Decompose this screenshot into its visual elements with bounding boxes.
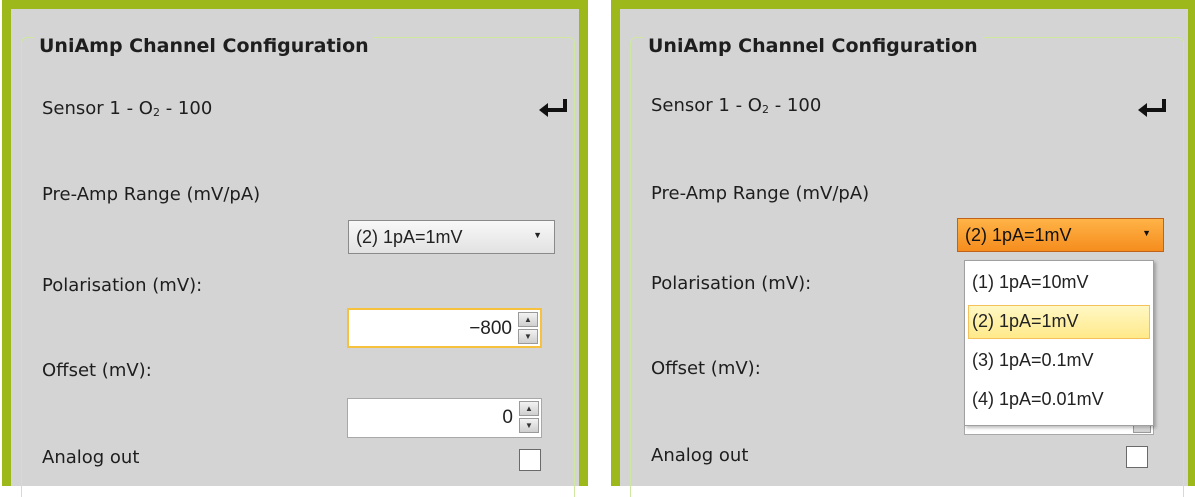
group-title: UniAmp Channel Configuration — [643, 34, 983, 58]
offset-label: Offset (mV): — [651, 358, 761, 379]
preamp-range-combo[interactable]: (2) 1pA=1mV ▼ — [348, 220, 555, 254]
enter-return-icon[interactable] — [1137, 96, 1167, 120]
sensor-label: Sensor 1 - O2 - 100 — [42, 98, 213, 119]
spin-up-icon[interactable]: ▲ — [518, 312, 538, 327]
analog-out-label: Analog out — [651, 445, 749, 466]
dropdown-option-selected[interactable]: (2) 1pA=1mV — [968, 305, 1150, 339]
offset-label: Offset (mV): — [42, 360, 152, 381]
preamp-range-value: (2) 1pA=1mV — [356, 227, 463, 247]
spin-down-icon[interactable]: ▼ — [518, 329, 538, 344]
analog-out-label: Analog out — [42, 447, 140, 468]
dropdown-option[interactable]: (4) 1pA=0.01mV — [968, 383, 1150, 417]
dropdown-option[interactable]: (1) 1pA=10mV — [968, 266, 1150, 300]
polarisation-value: −800 — [469, 318, 512, 339]
preamp-range-label: Pre-Amp Range (mV/pA) — [42, 184, 261, 205]
preamp-range-value: (2) 1pA=1mV — [965, 225, 1072, 245]
polarisation-spinbox[interactable]: −800 ▲ ▼ — [347, 308, 542, 348]
sensor-label: Sensor 1 - O2 - 100 — [651, 95, 822, 116]
preamp-range-label: Pre-Amp Range (mV/pA) — [651, 183, 870, 204]
spin-up-icon[interactable]: ▲ — [519, 401, 539, 416]
channel-config-panel-right: UniAmp Channel Configuration Sensor 1 - … — [611, 0, 1195, 497]
dropdown-option[interactable]: (3) 1pA=0.1mV — [968, 344, 1150, 378]
polarisation-label: Polarisation (mV): — [651, 273, 812, 294]
polarisation-label: Polarisation (mV): — [42, 275, 203, 296]
spin-down-icon[interactable]: ▼ — [519, 418, 539, 433]
enter-return-icon[interactable] — [538, 96, 568, 120]
preamp-range-dropdown-list: (1) 1pA=10mV (2) 1pA=1mV (3) 1pA=0.1mV (… — [964, 260, 1154, 426]
dropdown-arrow-icon: ▼ — [533, 230, 542, 240]
offset-spinbox[interactable]: 0 ▲ ▼ — [347, 398, 542, 438]
preamp-range-combo[interactable]: (2) 1pA=1mV ▼ — [957, 218, 1164, 252]
analog-out-checkbox[interactable] — [519, 449, 541, 471]
offset-value: 0 — [502, 407, 513, 428]
channel-config-panel-left: UniAmp Channel Configuration Sensor 1 - … — [2, 0, 588, 497]
dropdown-arrow-icon: ▼ — [1142, 228, 1151, 238]
analog-out-checkbox[interactable] — [1126, 446, 1148, 468]
group-title: UniAmp Channel Configuration — [34, 34, 374, 58]
